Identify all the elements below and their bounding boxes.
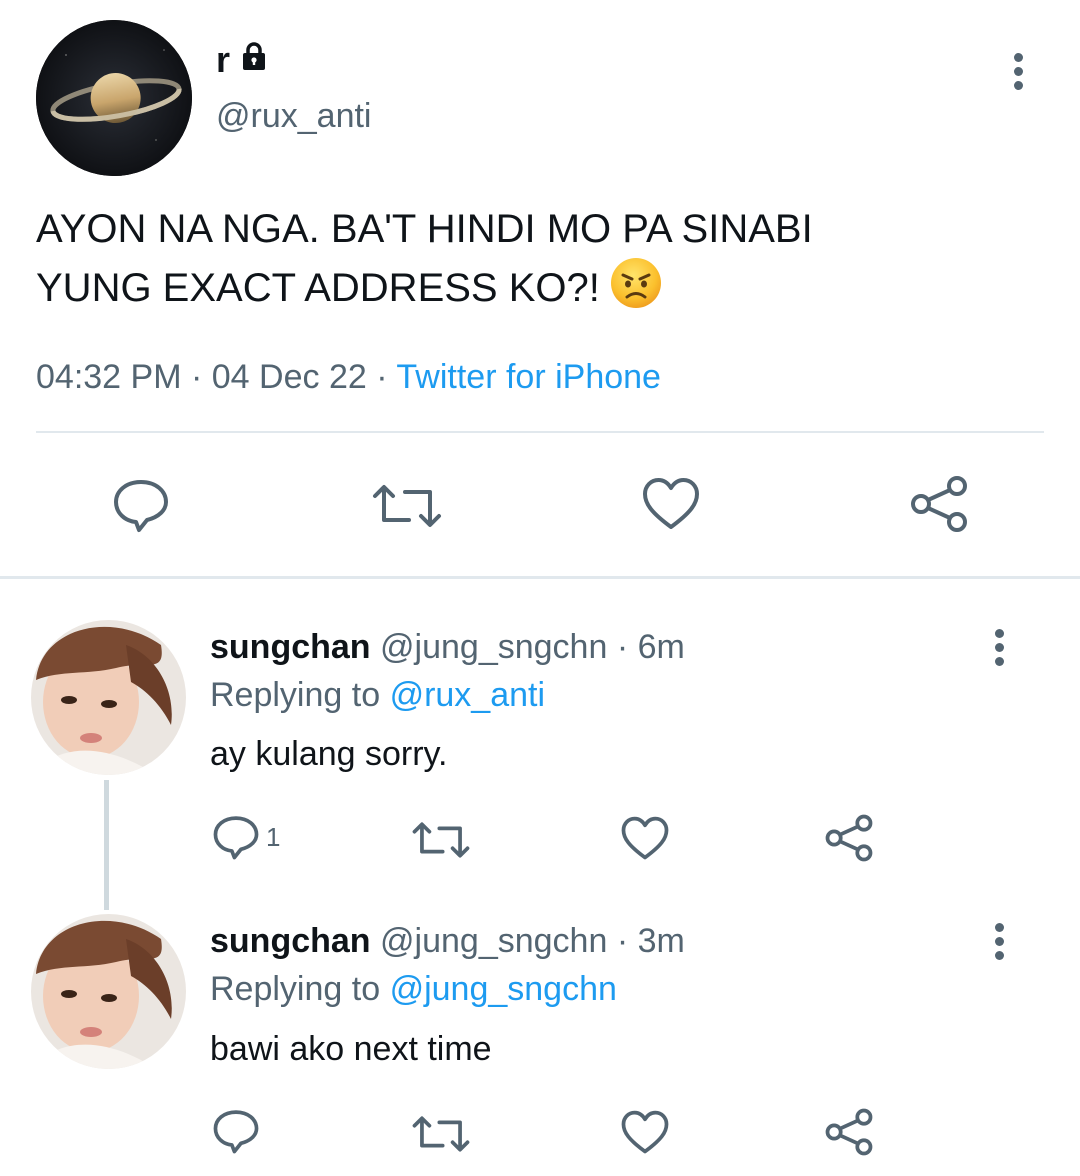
share-button[interactable] [825, 1107, 873, 1157]
meta-separator: · [190, 358, 203, 396]
reply-author-handle[interactable]: @jung_sngchn [380, 628, 607, 666]
retweet-icon[interactable] [372, 482, 442, 530]
reply-count: 1 [266, 821, 281, 852]
tweet-source-link[interactable]: Twitter for iPhone [396, 358, 661, 396]
reply-header: sungchan @jung_sngchn · 6m [210, 627, 685, 667]
replying-to: Replying to @rux_anti [210, 675, 545, 715]
meta-separator: · [376, 358, 388, 396]
tweet-text-line-2: YUNG EXACT ADDRESS KO?! [36, 257, 1046, 324]
author-avatar[interactable] [36, 20, 192, 176]
like-button[interactable] [642, 477, 700, 531]
thread-connector [104, 780, 109, 910]
author-name-row[interactable]: r [216, 40, 270, 80]
lock-icon [238, 40, 270, 80]
reply-icon[interactable] [212, 814, 260, 860]
reply-text: ay kulang sorry. [210, 735, 448, 773]
reply-header: sungchan @jung_sngchn · 3m [210, 921, 685, 961]
reply-button[interactable]: 1 [212, 814, 280, 860]
reply-icon[interactable] [212, 1108, 260, 1154]
tweet-text-line-2-text: YUNG EXACT ADDRESS KO?! [36, 266, 600, 310]
reply-text: bawi ako next time [210, 1030, 492, 1068]
like-icon[interactable] [621, 816, 669, 861]
retweet-button[interactable] [412, 1114, 470, 1154]
more-options-icon[interactable] [1003, 41, 1033, 101]
divider [36, 431, 1044, 433]
meta-separator: · [616, 922, 629, 960]
like-button[interactable] [621, 1110, 669, 1155]
retweet-icon[interactable] [412, 820, 470, 860]
share-button[interactable] [910, 474, 968, 534]
section-divider [0, 576, 1080, 579]
reply-author-name[interactable]: sungchan [210, 922, 371, 960]
tweet-date: 04 Dec 22 [211, 358, 367, 396]
replying-to-mention[interactable]: @rux_anti [390, 676, 545, 714]
like-button[interactable] [621, 816, 669, 861]
tweet-text-line-1: AYON NA NGA. BA'T HINDI MO PA SINABI [36, 207, 813, 251]
replying-to-mention[interactable]: @jung_sngchn [390, 970, 617, 1008]
share-icon[interactable] [910, 474, 968, 534]
reply-age: 3m [637, 922, 685, 960]
share-icon[interactable] [825, 813, 873, 863]
more-options-icon[interactable] [984, 911, 1014, 971]
replying-to-label: Replying to [210, 676, 381, 714]
reply-age: 6m [637, 628, 685, 666]
like-icon[interactable] [621, 1110, 669, 1155]
reply-author-avatar[interactable] [31, 620, 186, 775]
reply-icon[interactable] [112, 477, 170, 533]
author-name[interactable]: r [216, 40, 230, 80]
retweet-button[interactable] [412, 820, 470, 860]
replying-to: Replying to @jung_sngchn [210, 969, 617, 1009]
retweet-icon[interactable] [412, 1114, 470, 1154]
reply-author-handle[interactable]: @jung_sngchn [380, 922, 607, 960]
reply-author-name[interactable]: sungchan [210, 628, 371, 666]
reply-author-avatar[interactable] [31, 914, 186, 1069]
angry-face-emoji-icon [610, 257, 662, 324]
author-handle[interactable]: @rux_anti [216, 96, 371, 136]
tweet-text: AYON NA NGA. BA'T HINDI MO PA SINABI YUN… [36, 201, 1046, 324]
reply-button[interactable] [212, 1108, 260, 1154]
like-icon[interactable] [642, 477, 700, 531]
share-icon[interactable] [825, 1107, 873, 1157]
tweet-time: 04:32 PM [36, 358, 182, 396]
more-options-icon[interactable] [984, 617, 1014, 677]
meta-separator: · [616, 628, 629, 666]
reply-button[interactable] [112, 477, 170, 533]
share-button[interactable] [825, 813, 873, 863]
retweet-button[interactable] [372, 482, 442, 530]
replying-to-label: Replying to [210, 970, 381, 1008]
tweet-meta: 04:32 PM · 04 Dec 22 · Twitter for iPhon… [36, 355, 661, 399]
